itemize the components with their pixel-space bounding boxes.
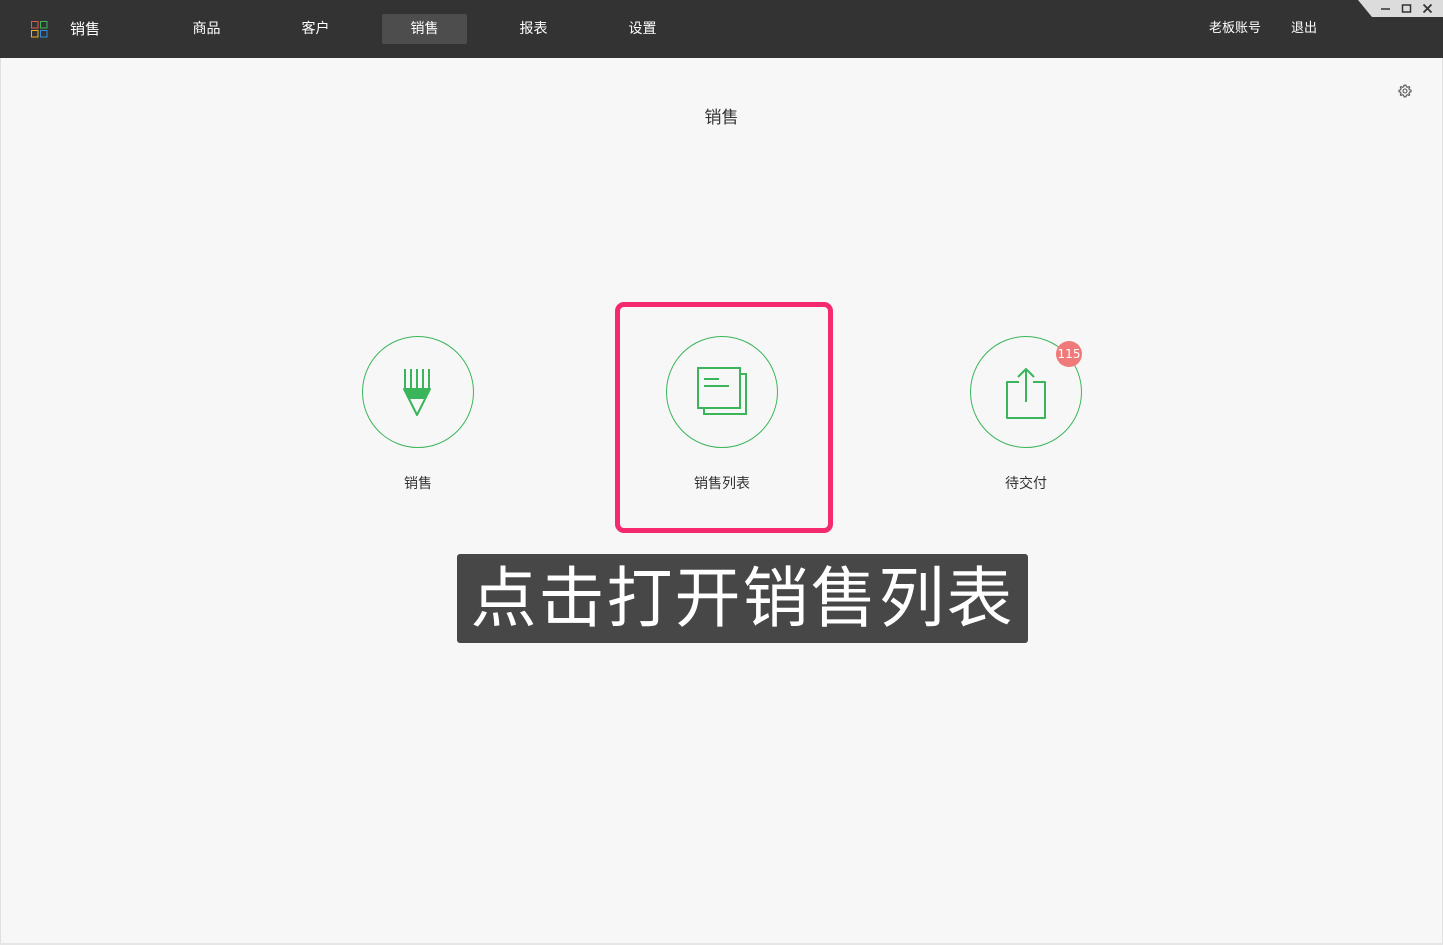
nav-tab-customers[interactable]: 客户 <box>273 14 358 44</box>
pencil-icon <box>403 369 431 416</box>
nav-tab-settings[interactable]: 设置 <box>600 14 685 44</box>
instruction-caption: 点击打开销售列表 <box>457 554 1028 643</box>
page-title: 销售 <box>704 108 739 128</box>
tile-pending-delivery-label: 待交付 <box>1005 476 1047 492</box>
tile-sales[interactable]: 销售 <box>362 336 474 492</box>
maximize-icon[interactable] <box>1401 3 1412 14</box>
tile-sales-label: 销售 <box>404 476 432 492</box>
minimize-icon[interactable] <box>1380 3 1391 14</box>
nav-tab-reports[interactable]: 报表 <box>491 14 576 44</box>
nav-tab-sales[interactable]: 销售 <box>382 14 467 44</box>
tile-sales-list-circle[interactable] <box>666 336 778 448</box>
nav-tab-goods[interactable]: 商品 <box>164 14 249 44</box>
top-bar: 销售 商品 客户 销售 报表 设置 老板账号 退出 <box>0 0 1443 58</box>
tile-pending-delivery[interactable]: 115 待交付 <box>970 336 1082 492</box>
pending-count-badge: 115 <box>1056 341 1082 367</box>
tile-sales-circle[interactable] <box>362 336 474 448</box>
gear-icon[interactable] <box>1397 83 1413 99</box>
document-list-icon <box>697 367 747 415</box>
window-controls <box>1358 0 1443 17</box>
account-link[interactable]: 老板账号 <box>1209 18 1261 40</box>
close-icon[interactable] <box>1422 3 1433 14</box>
content-border-left <box>0 58 1 945</box>
app-grid-icon <box>31 21 48 38</box>
logout-button[interactable]: 退出 <box>1291 18 1317 40</box>
tile-sales-list[interactable]: 销售列表 <box>666 336 778 492</box>
app-title: 销售 <box>70 20 101 38</box>
tile-sales-list-label: 销售列表 <box>694 476 750 492</box>
